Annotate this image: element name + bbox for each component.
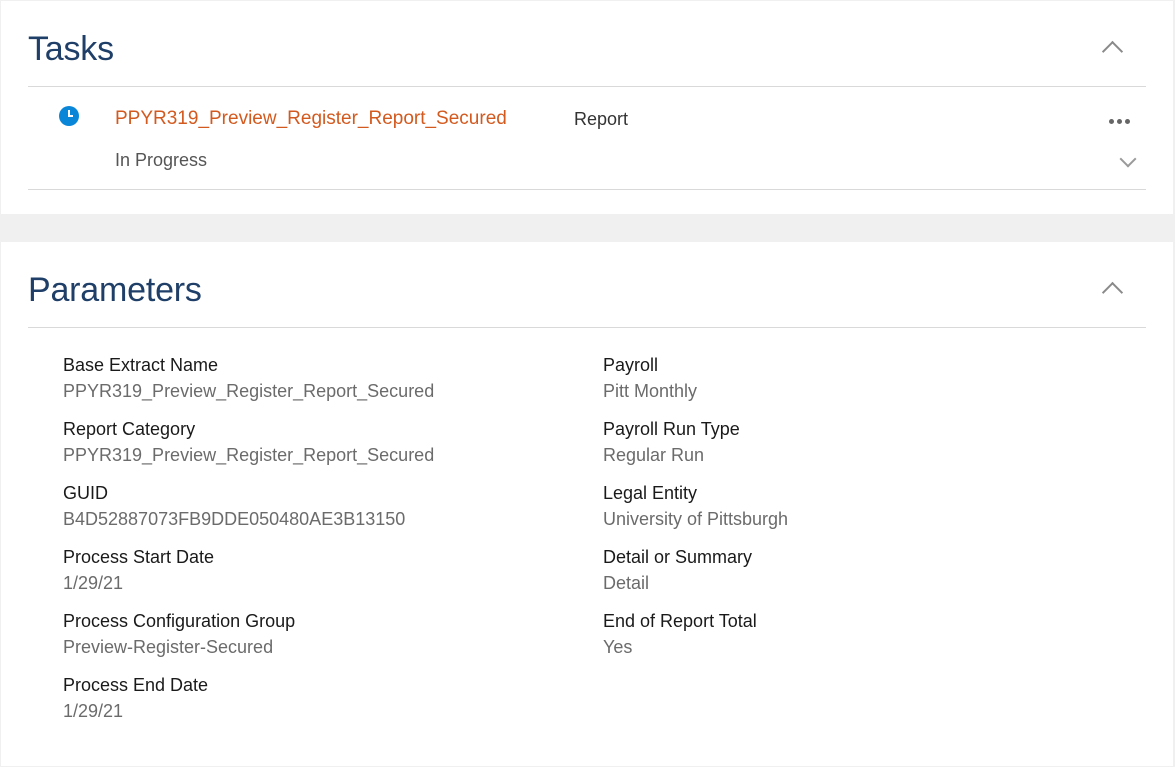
param-report-category: Report Category PPYR319_Preview_Register… (63, 418, 583, 466)
task-expand-button[interactable] (1114, 149, 1142, 173)
tasks-title: Tasks (28, 30, 114, 68)
param-label: Detail or Summary (603, 547, 753, 567)
task-name-link[interactable]: PPYR319_Preview_Register_Report_Secured (115, 108, 507, 130)
param-value: Yes (603, 637, 633, 657)
param-end-of-report-total: End of Report Total Yes (603, 610, 1123, 658)
param-label: GUID (63, 483, 108, 503)
task-row-divider (28, 189, 1146, 190)
param-label: Legal Entity (603, 483, 698, 503)
param-value: University of Pittsburgh (603, 509, 789, 529)
tasks-collapse-button[interactable] (1097, 36, 1127, 60)
param-value: B4D52887073FB9DDE050480AE3B13150 (63, 509, 406, 529)
param-value: Detail (603, 573, 650, 593)
param-value: Pitt Monthly (603, 381, 698, 401)
param-guid: GUID B4D52887073FB9DDE050480AE3B13150 (63, 482, 583, 530)
tasks-panel: Tasks PPYR319_Preview_Register_Report_Se… (1, 1, 1173, 214)
parameters-collapse-button[interactable] (1097, 277, 1127, 301)
param-detail-or-summary: Detail or Summary Detail (603, 546, 1123, 594)
param-value: 1/29/21 (63, 573, 124, 593)
parameters-title: Parameters (28, 271, 202, 309)
param-process-start-date: Process Start Date 1/29/21 (63, 546, 583, 594)
parameters-panel: Parameters Base Extract Name PPYR319_Pre… (1, 242, 1173, 766)
more-horizontal-icon (1117, 119, 1122, 124)
param-value: PPYR319_Preview_Register_Report_Secured (63, 381, 435, 401)
more-horizontal-icon (1125, 119, 1130, 124)
param-process-end-date: Process End Date 1/29/21 (63, 674, 583, 722)
param-label: Process Start Date (63, 547, 215, 567)
more-horizontal-icon (1109, 119, 1114, 124)
param-value: Preview-Register-Secured (63, 637, 274, 657)
task-actions-button[interactable] (1109, 112, 1137, 130)
param-legal-entity: Legal Entity University of Pittsburgh (603, 482, 1123, 530)
tasks-divider (28, 86, 1146, 87)
param-label: Process End Date (63, 675, 209, 695)
param-payroll: Payroll Pitt Monthly (603, 354, 1123, 402)
param-label: Base Extract Name (63, 355, 219, 375)
param-value: PPYR319_Preview_Register_Report_Secured (63, 445, 435, 465)
param-base-extract-name: Base Extract Name PPYR319_Preview_Regist… (63, 354, 583, 402)
param-label: Report Category (63, 419, 196, 439)
param-value: Regular Run (603, 445, 705, 465)
param-label: Payroll Run Type (603, 419, 740, 439)
clock-icon (59, 106, 79, 126)
param-payroll-run-type: Payroll Run Type Regular Run (603, 418, 1123, 466)
parameters-divider (28, 327, 1146, 328)
task-status: In Progress (115, 150, 208, 170)
task-type: Report (574, 109, 629, 129)
param-label: Process Configuration Group (63, 611, 296, 631)
param-value: 1/29/21 (63, 701, 124, 721)
param-label: End of Report Total (603, 611, 757, 631)
param-process-configuration-group: Process Configuration Group Preview-Regi… (63, 610, 583, 658)
param-label: Payroll (603, 355, 659, 375)
